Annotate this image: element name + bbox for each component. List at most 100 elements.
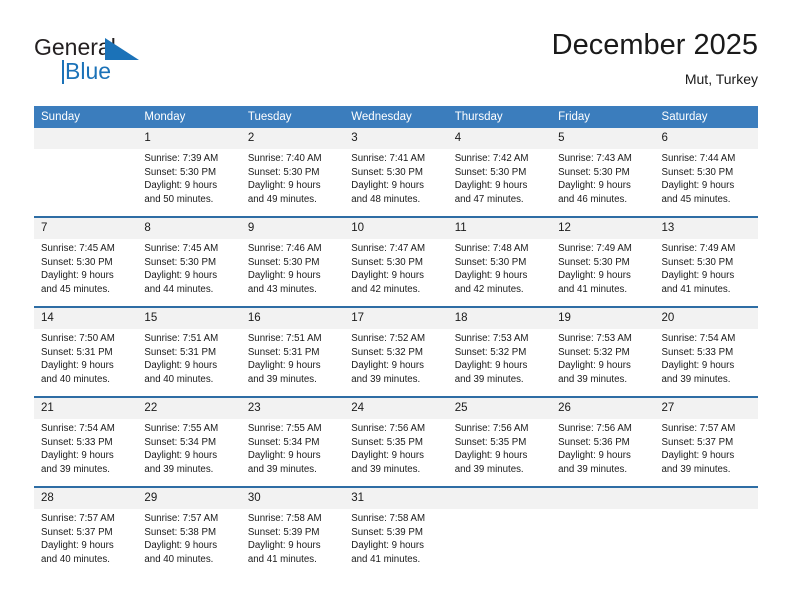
calendar-day-cell[interactable]: 27 Sunrise: 7:57 AM Sunset: 5:37 PM Dayligh…	[654, 396, 758, 487]
day-cell-content: 29 Sunrise: 7:57 AM Sunset: 5:38 PM Dayligh…	[137, 488, 241, 576]
calendar-day-cell[interactable]: 15 Sunrise: 7:51 AM Sunset: 5:31 PM Dayligh…	[137, 306, 241, 397]
sunset-time: Sunset: 5:34 PM	[247, 436, 320, 448]
sunset-time: Sunset: 5:33 PM	[41, 436, 113, 448]
sunset-time: Sunset: 5:30 PM	[144, 166, 217, 178]
daylight-duration-line1: Daylight: 9 hours	[661, 360, 735, 372]
calendar-day-cell[interactable]: 11 Sunrise: 7:48 AM Sunset: 5:30 PM Dayligh…	[447, 216, 552, 307]
daylight-duration-line2: and 49 minutes.	[247, 193, 317, 205]
day-cell-content: 31 Sunrise: 7:58 AM Sunset: 5:39 PM Dayligh…	[344, 488, 448, 576]
calendar-day-cell[interactable]: 22 Sunrise: 7:55 AM Sunset: 5:34 PM Dayligh…	[137, 396, 241, 487]
day-number: 20	[654, 308, 758, 329]
calendar-week-row: 1 Sunrise: 7:39 AM Sunset: 5:30 PM Daylight…	[34, 128, 758, 217]
day-cell-content: 6 Sunrise: 7:44 AM Sunset: 5:30 PM Daylight…	[654, 128, 758, 216]
page-header: General Blue December 2025 Mut, Turkey	[34, 28, 758, 100]
daylight-duration-line2: and 40 minutes.	[144, 553, 214, 565]
calendar-day-cell[interactable]: 18 Sunrise: 7:53 AM Sunset: 5:32 PM Dayligh…	[447, 306, 552, 397]
page-title: December 2025	[551, 29, 758, 61]
day-number: 22	[137, 398, 241, 419]
day-cell-content	[551, 488, 655, 576]
day-number: 8	[137, 218, 241, 239]
calendar-day-cell[interactable]: 21 Sunrise: 7:54 AM Sunset: 5:33 PM Dayligh…	[34, 396, 138, 487]
daylight-duration-line2: and 39 minutes.	[661, 373, 731, 385]
calendar-day-cell[interactable]: 3 Sunrise: 7:41 AM Sunset: 5:30 PM Daylight…	[344, 128, 448, 217]
sunrise-time: Sunrise: 7:53 AM	[454, 333, 529, 344]
daylight-duration-line2: and 39 minutes.	[247, 373, 317, 385]
daylight-duration-line1: Daylight: 9 hours	[41, 360, 114, 372]
calendar-day-cell[interactable]: 9 Sunrise: 7:46 AM Sunset: 5:30 PM Daylight…	[240, 216, 345, 307]
sunrise-time: Sunrise: 7:58 AM	[247, 513, 322, 524]
calendar-day-cell[interactable]: 13 Sunrise: 7:49 AM Sunset: 5:30 PM Dayligh…	[654, 216, 758, 307]
sunrise-time: Sunrise: 7:51 AM	[144, 333, 219, 344]
daylight-duration-line2: and 41 minutes.	[661, 283, 731, 295]
general-blue-logo: General Blue	[34, 36, 244, 94]
triangle-icon	[105, 38, 139, 60]
day-number: 5	[551, 128, 655, 149]
day-cell-content: 11 Sunrise: 7:48 AM Sunset: 5:30 PM Dayligh…	[447, 218, 552, 306]
calendar-day-cell[interactable]: 5 Sunrise: 7:43 AM Sunset: 5:30 PM Daylight…	[551, 128, 655, 217]
calendar-day-cell[interactable]: 4 Sunrise: 7:42 AM Sunset: 5:30 PM Daylight…	[447, 128, 552, 217]
day-sun-info: Sunrise: 7:54 AM Sunset: 5:33 PM Daylight:…	[34, 419, 137, 476]
calendar-day-cell	[34, 128, 138, 217]
calendar-day-cell[interactable]: 24 Sunrise: 7:56 AM Sunset: 5:35 PM Dayligh…	[344, 396, 448, 487]
daylight-duration-line2: and 40 minutes.	[41, 553, 110, 565]
day-number: 14	[34, 308, 138, 329]
sunrise-time: Sunrise: 7:41 AM	[351, 153, 426, 164]
calendar-day-cell[interactable]: 16 Sunrise: 7:51 AM Sunset: 5:31 PM Dayligh…	[240, 306, 345, 397]
day-sun-info: Sunrise: 7:57 AM Sunset: 5:37 PM Daylight:…	[655, 419, 758, 476]
calendar-day-cell[interactable]: 20 Sunrise: 7:54 AM Sunset: 5:33 PM Dayligh…	[654, 306, 758, 397]
sunrise-time: Sunrise: 7:55 AM	[247, 423, 322, 434]
calendar-day-cell[interactable]: 28 Sunrise: 7:57 AM Sunset: 5:37 PM Dayligh…	[34, 486, 138, 576]
day-number	[447, 488, 552, 509]
weekday-header-saturday: Saturday	[654, 106, 758, 128]
calendar-day-cell[interactable]: 12 Sunrise: 7:49 AM Sunset: 5:30 PM Dayligh…	[551, 216, 655, 307]
day-cell-content: 30 Sunrise: 7:58 AM Sunset: 5:39 PM Dayligh…	[240, 488, 345, 576]
day-sun-info: Sunrise: 7:51 AM Sunset: 5:31 PM Daylight:…	[241, 329, 344, 386]
day-sun-info: Sunrise: 7:54 AM Sunset: 5:33 PM Daylight:…	[655, 329, 758, 386]
day-number: 4	[447, 128, 552, 149]
calendar-day-cell[interactable]: 6 Sunrise: 7:44 AM Sunset: 5:30 PM Daylight…	[654, 128, 758, 217]
sunset-time: Sunset: 5:31 PM	[41, 346, 113, 358]
day-cell-content: 19 Sunrise: 7:53 AM Sunset: 5:32 PM Dayligh…	[551, 308, 655, 396]
day-sun-info: Sunrise: 7:42 AM Sunset: 5:30 PM Daylight:…	[448, 149, 551, 206]
daylight-duration-line1: Daylight: 9 hours	[247, 270, 321, 282]
calendar-day-cell[interactable]: 25 Sunrise: 7:56 AM Sunset: 5:35 PM Dayligh…	[447, 396, 552, 487]
day-number	[34, 128, 138, 149]
sunset-time: Sunset: 5:30 PM	[454, 166, 527, 178]
calendar-day-cell[interactable]: 2 Sunrise: 7:40 AM Sunset: 5:30 PM Daylight…	[240, 128, 345, 217]
day-number: 24	[344, 398, 448, 419]
calendar-day-cell[interactable]: 23 Sunrise: 7:55 AM Sunset: 5:34 PM Dayligh…	[240, 396, 345, 487]
daylight-duration-line1: Daylight: 9 hours	[454, 180, 528, 192]
calendar-day-cell[interactable]: 19 Sunrise: 7:53 AM Sunset: 5:32 PM Dayligh…	[551, 306, 655, 397]
calendar-day-cell[interactable]: 14 Sunrise: 7:50 AM Sunset: 5:31 PM Dayligh…	[34, 306, 138, 397]
daylight-duration-line1: Daylight: 9 hours	[661, 450, 735, 462]
calendar-day-cell[interactable]: 29 Sunrise: 7:57 AM Sunset: 5:38 PM Dayligh…	[137, 486, 241, 576]
daylight-duration-line2: and 40 minutes.	[144, 373, 214, 385]
day-sun-info: Sunrise: 7:49 AM Sunset: 5:30 PM Daylight:…	[551, 239, 654, 296]
calendar-day-cell[interactable]: 7 Sunrise: 7:45 AM Sunset: 5:30 PM Daylight…	[34, 216, 138, 307]
calendar-day-cell[interactable]: 10 Sunrise: 7:47 AM Sunset: 5:30 PM Dayligh…	[344, 216, 448, 307]
sunrise-time: Sunrise: 7:54 AM	[41, 423, 115, 434]
calendar-day-cell[interactable]: 1 Sunrise: 7:39 AM Sunset: 5:30 PM Daylight…	[137, 128, 241, 217]
day-sun-info: Sunrise: 7:58 AM Sunset: 5:39 PM Daylight:…	[344, 509, 447, 566]
day-sun-info: Sunrise: 7:39 AM Sunset: 5:30 PM Daylight:…	[137, 149, 240, 206]
calendar-day-cell[interactable]: 26 Sunrise: 7:56 AM Sunset: 5:36 PM Dayligh…	[551, 396, 655, 487]
sunrise-time: Sunrise: 7:40 AM	[247, 153, 322, 164]
calendar-day-cell[interactable]: 30 Sunrise: 7:58 AM Sunset: 5:39 PM Dayligh…	[240, 486, 345, 576]
calendar-week-row: 28 Sunrise: 7:57 AM Sunset: 5:37 PM Dayligh…	[34, 486, 758, 576]
day-sun-info: Sunrise: 7:50 AM Sunset: 5:31 PM Daylight:…	[34, 329, 137, 386]
calendar-day-cell[interactable]: 31 Sunrise: 7:58 AM Sunset: 5:39 PM Dayligh…	[344, 486, 448, 576]
day-sun-info: Sunrise: 7:57 AM Sunset: 5:38 PM Daylight:…	[137, 509, 240, 566]
calendar-day-cell[interactable]: 17 Sunrise: 7:52 AM Sunset: 5:32 PM Dayligh…	[344, 306, 448, 397]
sunrise-time: Sunrise: 7:50 AM	[41, 333, 115, 344]
calendar-day-cell	[447, 486, 552, 576]
daylight-duration-line1: Daylight: 9 hours	[144, 450, 218, 462]
sunset-time: Sunset: 5:39 PM	[351, 526, 423, 538]
calendar-day-cell[interactable]: 8 Sunrise: 7:45 AM Sunset: 5:30 PM Daylight…	[137, 216, 241, 307]
day-number: 29	[137, 488, 241, 509]
day-sun-info	[551, 509, 654, 512]
calendar-week-row: 14 Sunrise: 7:50 AM Sunset: 5:31 PM Dayligh…	[34, 306, 758, 397]
calendar-week-row: 21 Sunrise: 7:54 AM Sunset: 5:33 PM Dayligh…	[34, 396, 758, 487]
sunset-time: Sunset: 5:34 PM	[144, 436, 217, 448]
sunrise-time: Sunrise: 7:53 AM	[558, 333, 632, 344]
sunset-time: Sunset: 5:36 PM	[558, 436, 630, 448]
